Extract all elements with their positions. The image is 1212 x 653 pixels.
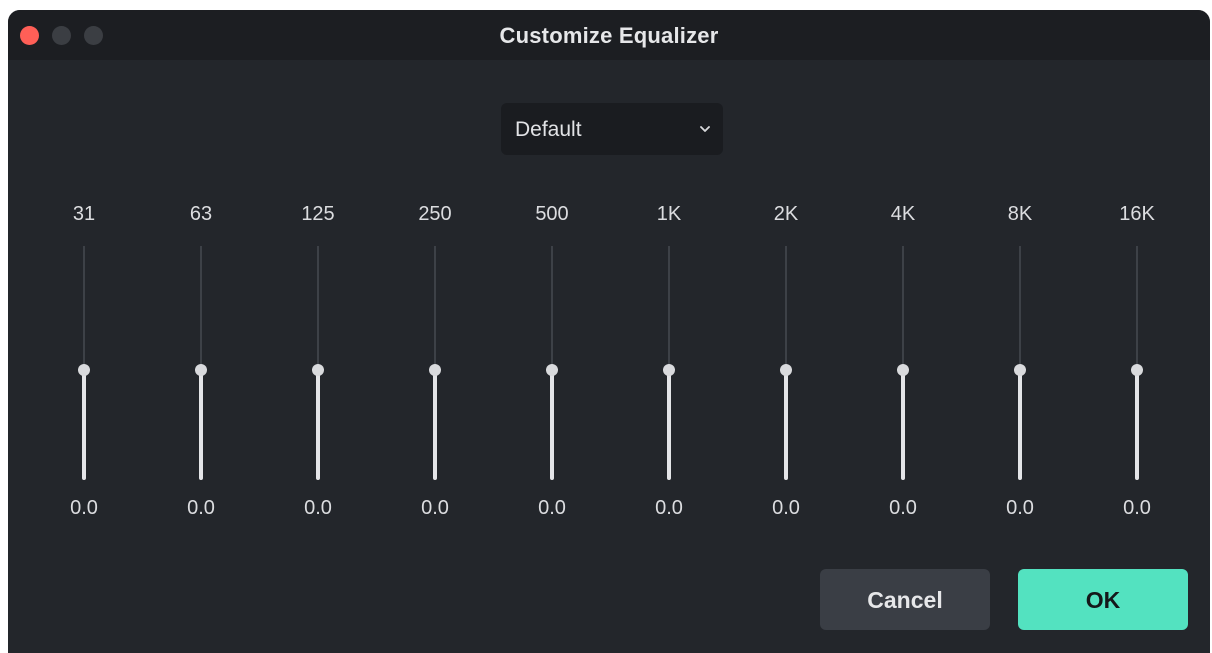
band-frequency-label: 1K [656, 203, 682, 225]
band-frequency-label: 2K [773, 203, 799, 225]
eq-band: 31 0.0 [44, 200, 124, 540]
slider-fill [316, 370, 320, 480]
band-gain-value: 0.0 [1006, 497, 1034, 519]
band-gain-value: 0.0 [538, 497, 566, 519]
eq-band: 63 0.0 [161, 200, 241, 540]
eq-band: 500 0.0 [512, 200, 592, 540]
band-gain-slider[interactable] [429, 246, 441, 480]
band-frequency-label: 500 [535, 203, 569, 225]
slider-fill [82, 370, 86, 480]
eq-band: 2K 0.0 [746, 200, 826, 540]
band-frequency-label: 4K [890, 203, 916, 225]
slider-thumb[interactable] [1014, 364, 1026, 377]
slider-thumb[interactable] [663, 364, 675, 377]
band-frequency-label: 31 [72, 203, 96, 225]
band-gain-slider[interactable] [78, 246, 90, 480]
eq-band: 16K 0.0 [1097, 200, 1177, 540]
band-gain-value: 0.0 [70, 497, 98, 519]
band-gain-value: 0.0 [772, 497, 800, 519]
band-gain-value: 0.0 [304, 497, 332, 519]
band-gain-value: 0.0 [187, 497, 215, 519]
slider-thumb[interactable] [1131, 364, 1143, 377]
slider-fill [1018, 370, 1022, 480]
eq-band: 4K 0.0 [863, 200, 943, 540]
slider-fill [199, 370, 203, 480]
band-gain-value: 0.0 [889, 497, 917, 519]
band-gain-value: 0.0 [655, 497, 683, 519]
slider-fill [550, 370, 554, 480]
slider-fill [1135, 370, 1139, 480]
band-gain-value: 0.0 [421, 497, 449, 519]
band-gain-slider[interactable] [312, 246, 324, 480]
band-frequency-label: 8K [1007, 203, 1033, 225]
slider-thumb[interactable] [897, 364, 909, 377]
cancel-button[interactable]: Cancel [820, 569, 990, 630]
slider-fill [667, 370, 671, 480]
band-gain-value: 0.0 [1123, 497, 1151, 519]
slider-fill [784, 370, 788, 480]
eq-band: 250 0.0 [395, 200, 475, 540]
band-frequency-label: 63 [189, 203, 213, 225]
slider-thumb[interactable] [78, 364, 90, 377]
band-frequency-label: 16K [1119, 203, 1155, 225]
slider-thumb[interactable] [546, 364, 558, 377]
band-gain-slider[interactable] [780, 246, 792, 480]
equalizer-bands: 31 0.0 63 0.0 125 0.0 250 0.0 500 0.0 1K 0.0 2K 0.0 4K… [8, 10, 1210, 653]
band-gain-slider[interactable] [1014, 246, 1026, 480]
slider-thumb[interactable] [195, 364, 207, 377]
band-frequency-label: 250 [418, 203, 452, 225]
band-gain-slider[interactable] [546, 246, 558, 480]
eq-band: 125 0.0 [278, 200, 358, 540]
eq-band: 1K 0.0 [629, 200, 709, 540]
band-gain-slider[interactable] [897, 246, 909, 480]
band-frequency-label: 125 [301, 203, 335, 225]
slider-thumb[interactable] [780, 364, 792, 377]
band-gain-slider[interactable] [195, 246, 207, 480]
band-gain-slider[interactable] [663, 246, 675, 480]
slider-thumb[interactable] [312, 364, 324, 377]
slider-fill [433, 370, 437, 480]
ok-button[interactable]: OK [1018, 569, 1188, 630]
eq-band: 8K 0.0 [980, 200, 1060, 540]
band-gain-slider[interactable] [1131, 246, 1143, 480]
equalizer-window: Customize Equalizer Default 31 0.0 63 0.0 12… [8, 10, 1210, 653]
slider-thumb[interactable] [429, 364, 441, 377]
slider-fill [901, 370, 905, 480]
